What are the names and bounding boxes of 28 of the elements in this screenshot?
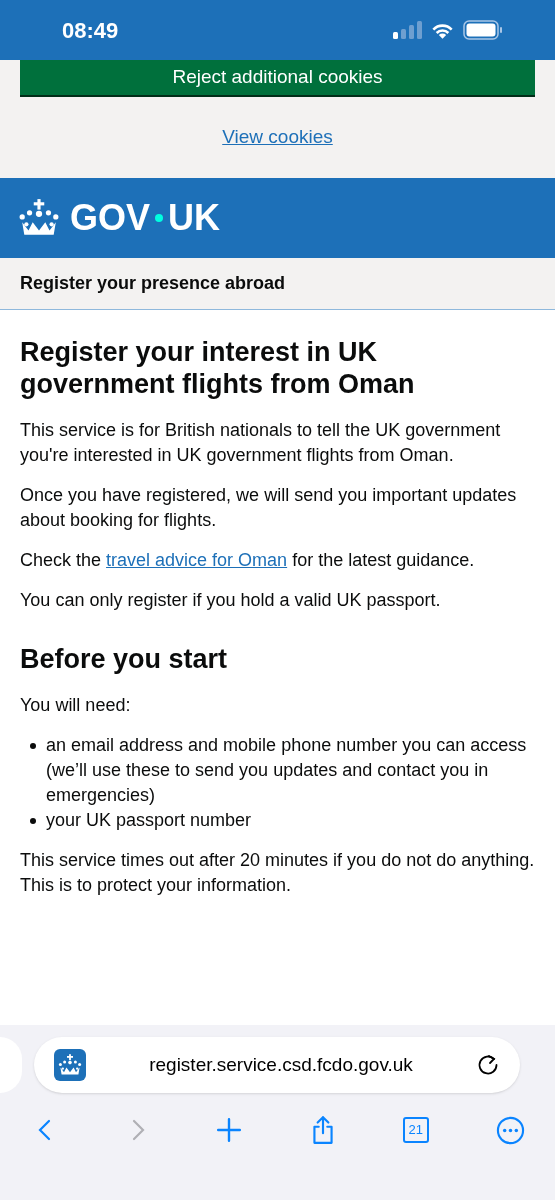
address-bar[interactable]: register.service.csd.fcdo.gov.uk [34,1037,520,1093]
paragraph: This service is for British nationals to tell the UK government you're interested in UK government flights from Oman. [20,418,502,467]
bullet-icon [30,817,36,824]
url-text: register.service.csd.fcdo.gov.uk [148,1052,414,1077]
list-item: your UK passport number [46,808,252,832]
travel-advice-link[interactable]: travel advice for Oman [106,549,288,570]
bullet-icon [30,742,36,749]
paragraph: Once you have registered, we will send you important updates about booking for flights. [20,483,518,532]
view-cookies-link[interactable]: View cookies [222,123,333,152]
logo-text: GOV [70,195,150,240]
page-heading: Register your interest in UK government flights from Oman [20,335,416,400]
paragraph: You will need: [20,693,132,717]
tabs-button[interactable]: 21 [402,1117,429,1143]
paragraph: You can only register if you hold a valid UK passport. [20,588,442,612]
plus-icon[interactable] [216,1117,243,1143]
reject-cookies-button[interactable]: Reject additional cookies [20,60,535,97]
list-item: an email address and mobile phone number you can access (we’ll use these to send you updates and contact you in emergencies) [46,733,528,807]
more-icon[interactable] [495,1115,525,1145]
reload-icon[interactable] [476,1053,500,1077]
clock-time: 08:49 [62,16,119,45]
paragraph: Check the travel advice for Oman for the latest guidance. [20,548,476,572]
section-heading: Before you start [20,642,229,675]
logo-text: UK [168,195,220,240]
signal-icon [392,20,422,40]
dot-icon [155,213,163,222]
battery-icon [463,20,503,40]
paragraph: This service times out after 20 minutes if you do not do anything. This is to protect your information. [20,848,535,897]
service-name: Register your presence abroad [20,271,286,295]
